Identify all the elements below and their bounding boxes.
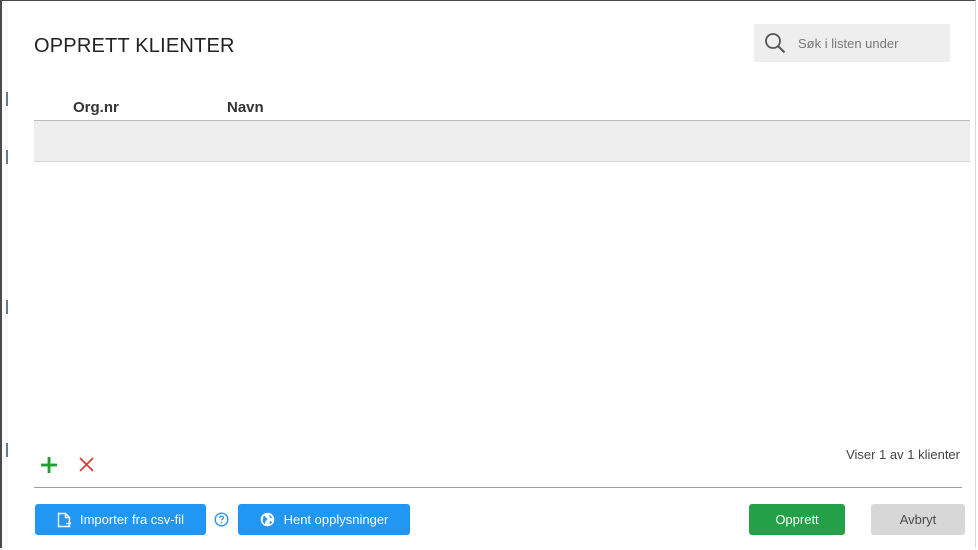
add-row-button[interactable] (40, 456, 58, 479)
remove-row-button[interactable] (78, 456, 95, 478)
table-row[interactable] (34, 121, 970, 162)
file-import-icon (57, 512, 71, 528)
dialog-frame (0, 0, 976, 548)
row-count-status: Viser 1 av 1 klienter (846, 447, 960, 462)
help-icon (214, 512, 229, 527)
column-header-navn[interactable]: Navn (227, 99, 264, 116)
plus-icon (41, 457, 57, 473)
help-button[interactable] (214, 512, 229, 532)
search-box[interactable] (754, 24, 950, 62)
column-header-org-nr[interactable]: Org.nr (73, 99, 119, 116)
close-icon (79, 457, 94, 472)
search-input[interactable] (796, 34, 940, 52)
footer-divider (34, 487, 962, 488)
fetch-info-label: Hent opplysninger (283, 512, 389, 527)
dialog-title: OPPRETT KLIENTER (34, 35, 235, 57)
create-button[interactable]: Opprett (749, 504, 845, 535)
import-csv-label: Importer fra csv-fil (79, 512, 184, 527)
globe-icon (260, 512, 275, 527)
search-icon (765, 33, 786, 54)
cancel-button[interactable]: Avbryt (871, 504, 965, 535)
fetch-info-button[interactable]: Hent opplysninger (238, 504, 410, 535)
import-csv-button[interactable]: Importer fra csv-fil (35, 504, 206, 535)
